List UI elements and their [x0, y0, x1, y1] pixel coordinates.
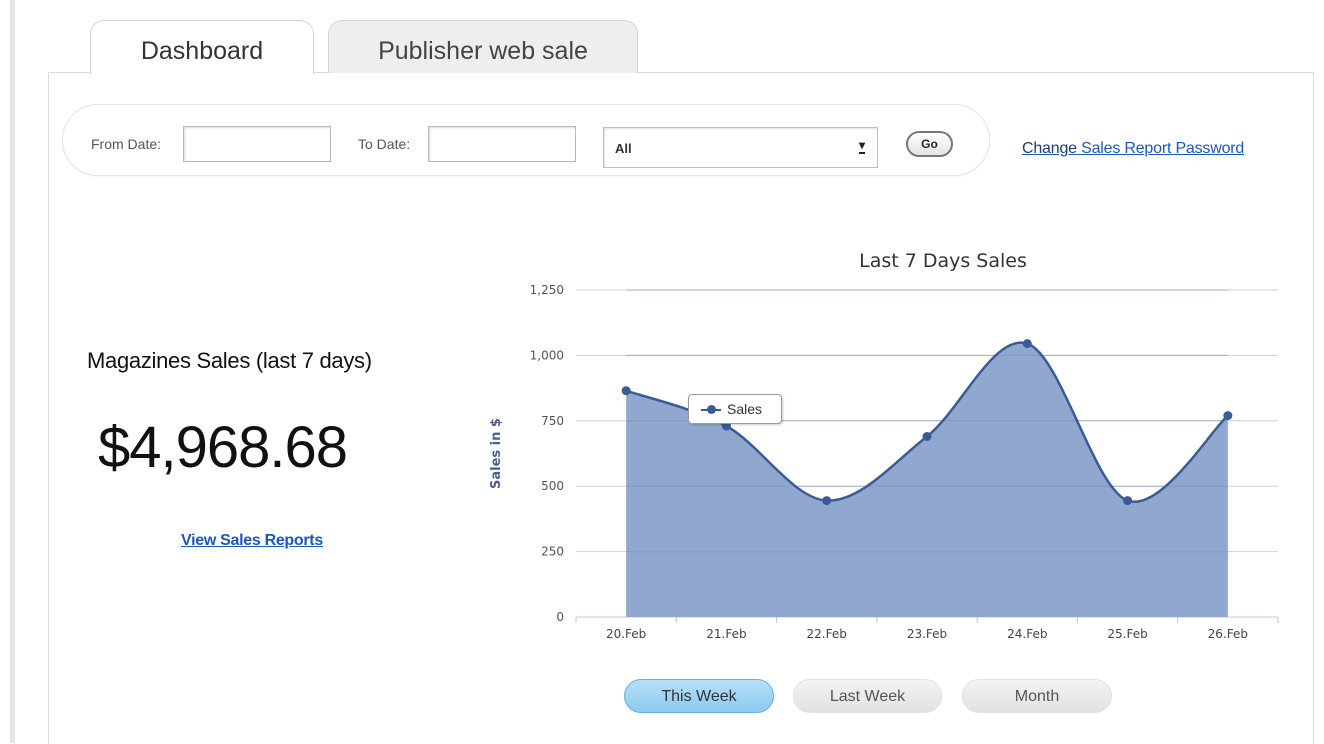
data-point — [1223, 411, 1233, 421]
data-point — [822, 496, 832, 506]
x-tick-label: 24.Feb — [1007, 627, 1047, 641]
chart-legend[interactable]: Sales — [688, 394, 782, 424]
y-tick-label: 250 — [541, 545, 564, 559]
from-date-input[interactable] — [183, 126, 331, 162]
sales-total: $4,968.68 — [98, 415, 348, 480]
password-link-text[interactable]: Sales Report Password — [1081, 140, 1244, 157]
sales-chart: 0 250 500 750 1,000 1,250 20.Feb 21.Feb 22.Feb 23… — [489, 250, 1279, 641]
left-border — [10, 0, 15, 743]
y-tick-label: 1,000 — [530, 348, 564, 362]
tab-publisher-web-sale[interactable]: Publisher web sale — [328, 20, 638, 73]
category-select[interactable]: All ▾ — [603, 127, 878, 168]
to-date-input[interactable] — [428, 126, 576, 162]
change-password-link[interactable]: Change Sales Report Password — [1022, 140, 1244, 158]
y-axis-label: Sales in $ — [489, 418, 504, 489]
go-button[interactable]: Go — [906, 131, 953, 157]
y-tick-label: 1,250 — [530, 283, 564, 297]
y-tick-label: 750 — [541, 414, 564, 428]
y-tick-label: 500 — [541, 479, 564, 493]
to-date-label: To Date: — [358, 136, 411, 152]
x-tick-label: 23.Feb — [907, 627, 947, 641]
month-button[interactable]: Month — [962, 679, 1112, 713]
legend-marker — [707, 405, 716, 414]
data-point — [1123, 496, 1133, 506]
view-sales-reports-link[interactable]: View Sales Reports — [181, 532, 323, 550]
category-select-value: All — [615, 141, 632, 156]
change-link-word[interactable]: Change — [1022, 140, 1077, 157]
this-week-button[interactable]: This Week — [624, 679, 774, 713]
x-tick-label: 22.Feb — [807, 627, 847, 641]
tab-dashboard[interactable]: Dashboard — [90, 20, 314, 74]
y-tick-label: 0 — [556, 610, 564, 624]
x-tick-label: 25.Feb — [1107, 627, 1147, 641]
data-point — [621, 386, 631, 396]
series-area — [626, 342, 1228, 617]
from-date-label: From Date: — [91, 136, 162, 152]
chart-title: Last 7 Days Sales — [859, 250, 1027, 272]
summary-title: Magazines Sales (last 7 days) — [87, 348, 372, 373]
x-tick-label: 21.Feb — [706, 627, 746, 641]
data-point — [1022, 339, 1032, 349]
last-week-button[interactable]: Last Week — [793, 679, 942, 713]
dropdown-arrow-icon[interactable]: ▾ — [858, 138, 865, 154]
x-tick-label: 20.Feb — [606, 627, 646, 641]
x-tick-label: 26.Feb — [1208, 627, 1248, 641]
data-point — [922, 431, 932, 441]
legend-label: Sales — [727, 401, 763, 417]
